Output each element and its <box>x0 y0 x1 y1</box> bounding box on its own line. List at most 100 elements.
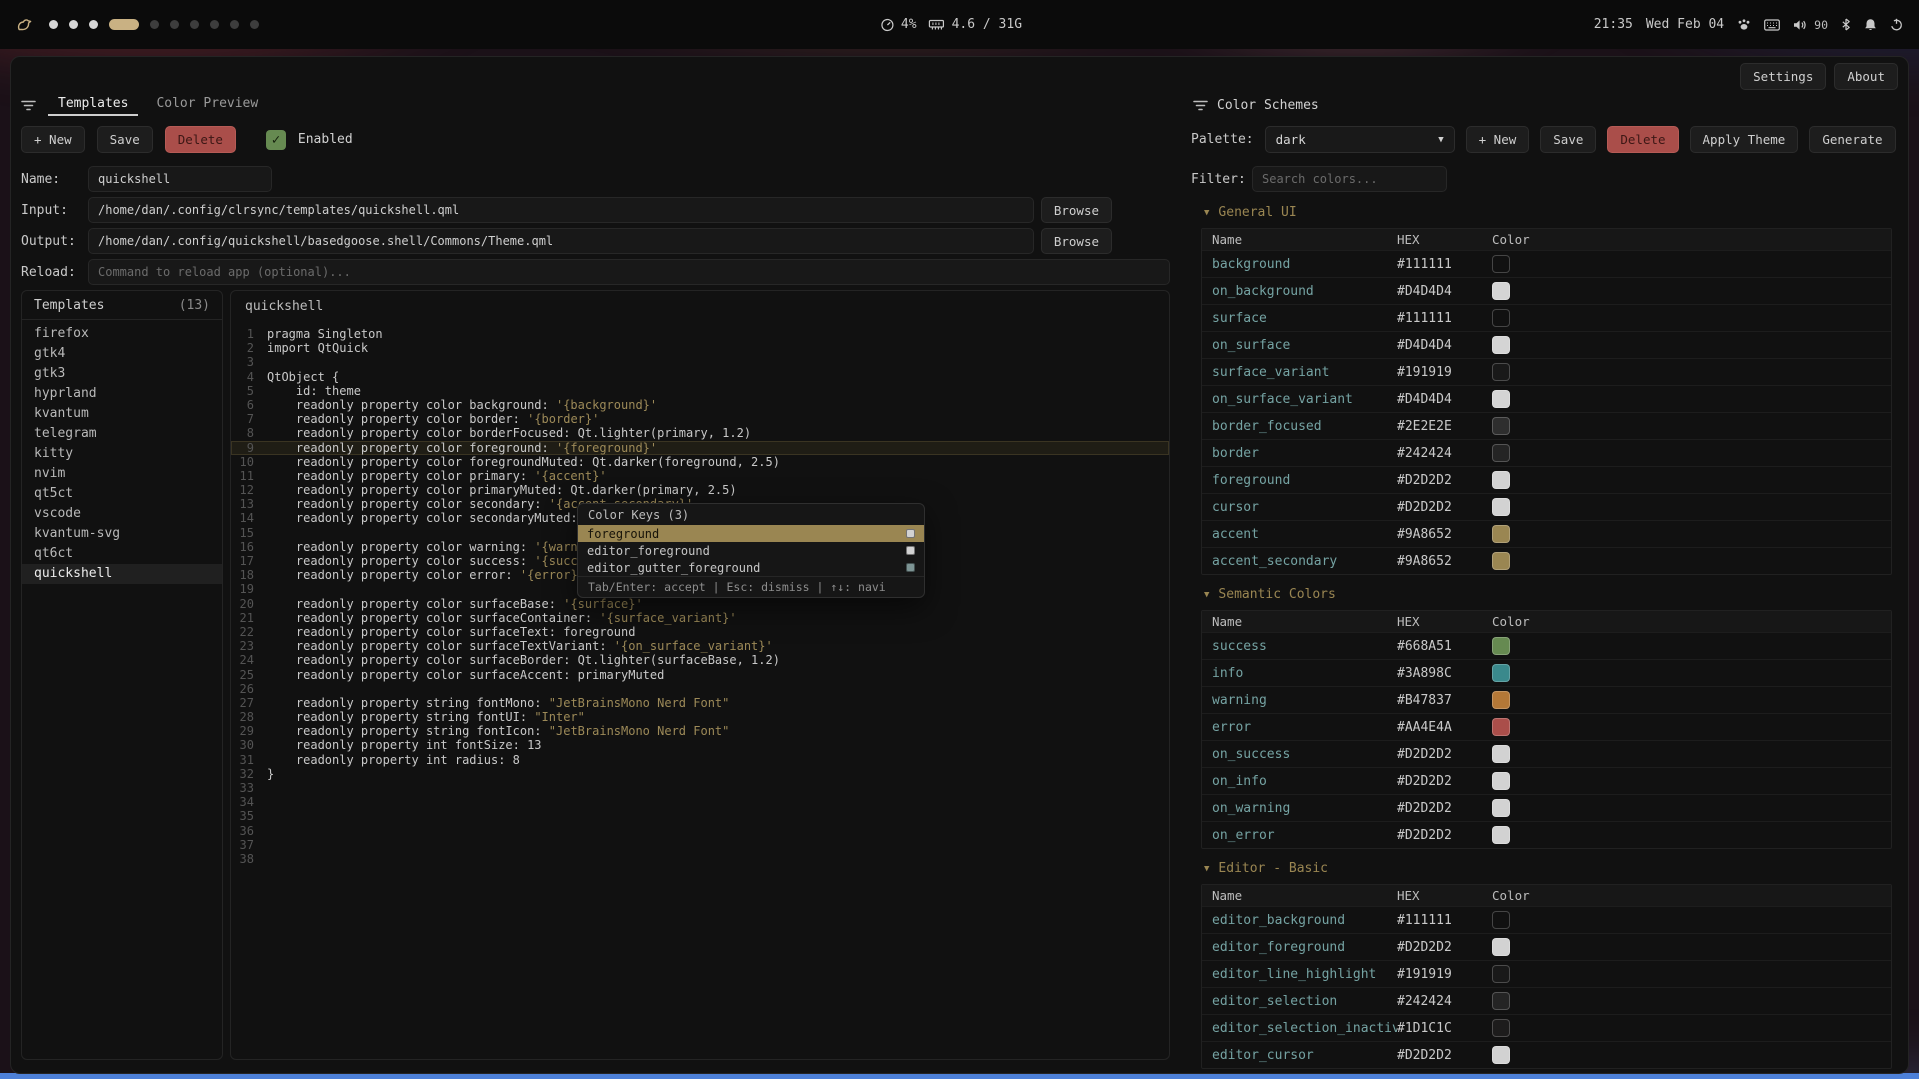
delete-palette-button[interactable]: Delete <box>1607 126 1678 153</box>
color-swatch[interactable] <box>1492 745 1510 763</box>
autocomplete-item[interactable]: editor_foreground <box>578 542 924 559</box>
code-line[interactable]: 30 readonly property int fontSize: 13 <box>231 738 1169 752</box>
palette-select[interactable]: dark ▼ <box>1265 126 1455 153</box>
template-list-item[interactable]: hyprland <box>22 384 222 404</box>
code-line[interactable]: 10 readonly property color foregroundMut… <box>231 455 1169 469</box>
code-line[interactable]: 22 readonly property color surfaceText: … <box>231 625 1169 639</box>
autocomplete-item[interactable]: foreground <box>578 525 924 542</box>
code-line[interactable]: 24 readonly property color surfaceBorder… <box>231 653 1169 667</box>
generate-button[interactable]: Generate <box>1809 126 1895 153</box>
color-row[interactable]: accent_secondary#9A8652 <box>1202 547 1891 574</box>
code-line[interactable]: 5 id: theme <box>231 384 1169 398</box>
code-line[interactable]: 25 readonly property color surfaceAccent… <box>231 668 1169 682</box>
workspace-active-pill[interactable] <box>109 19 139 30</box>
filter-icon[interactable] <box>21 99 36 112</box>
save-template-button[interactable]: Save <box>97 126 153 153</box>
workspace-dot[interactable] <box>210 20 219 29</box>
color-row[interactable]: editor_selection_inactive#1D1C1C <box>1202 1014 1891 1041</box>
color-swatch[interactable] <box>1492 1046 1510 1064</box>
color-swatch[interactable] <box>1492 911 1510 929</box>
color-swatch[interactable] <box>1492 552 1510 570</box>
code-line[interactable]: 11 readonly property color primary: '{ac… <box>231 469 1169 483</box>
template-list-item[interactable]: kvantum <box>22 404 222 424</box>
workspace-dot[interactable] <box>49 20 58 29</box>
input-browse-button[interactable]: Browse <box>1041 197 1112 223</box>
workspace-dot[interactable] <box>170 20 179 29</box>
color-swatch[interactable] <box>1492 390 1510 408</box>
code-line[interactable]: 31 readonly property int radius: 8 <box>231 753 1169 767</box>
code-line[interactable]: 3 <box>231 355 1169 369</box>
color-swatch[interactable] <box>1492 691 1510 709</box>
color-swatch[interactable] <box>1492 772 1510 790</box>
reload-command-field[interactable] <box>88 259 1170 285</box>
code-line[interactable]: 29 readonly property string fontIcon: "J… <box>231 724 1169 738</box>
color-row[interactable]: success#668A51 <box>1202 632 1891 659</box>
name-input[interactable] <box>88 166 272 192</box>
color-row[interactable]: on_surface#D4D4D4 <box>1202 331 1891 358</box>
output-path-field[interactable] <box>88 228 1034 254</box>
color-swatch[interactable] <box>1492 965 1510 983</box>
code-line[interactable]: 32} <box>231 767 1169 781</box>
delete-template-button[interactable]: Delete <box>165 126 236 153</box>
tab-color-preview[interactable]: Color Preview <box>146 94 268 116</box>
color-row[interactable]: border_focused#2E2E2E <box>1202 412 1891 439</box>
code-line[interactable]: 1pragma Singleton <box>231 327 1169 341</box>
code-line[interactable]: 4QtObject { <box>231 370 1169 384</box>
code-line[interactable]: 33 <box>231 781 1169 795</box>
color-row[interactable]: on_surface_variant#D4D4D4 <box>1202 385 1891 412</box>
color-row[interactable]: on_info#D2D2D2 <box>1202 767 1891 794</box>
template-list-item[interactable]: nvim <box>22 464 222 484</box>
output-browse-button[interactable]: Browse <box>1041 228 1112 254</box>
color-swatch[interactable] <box>1492 309 1510 327</box>
color-row[interactable]: background#111111 <box>1202 250 1891 277</box>
color-swatch[interactable] <box>1492 992 1510 1010</box>
color-row[interactable]: accent#9A8652 <box>1202 520 1891 547</box>
code-line[interactable]: 6 readonly property color background: '{… <box>231 398 1169 412</box>
color-swatch[interactable] <box>1492 664 1510 682</box>
template-list-item[interactable]: kitty <box>22 444 222 464</box>
settings-button[interactable]: Settings <box>1740 63 1826 90</box>
color-swatch[interactable] <box>1492 799 1510 817</box>
color-swatch[interactable] <box>1492 471 1510 489</box>
color-swatch[interactable] <box>1492 417 1510 435</box>
code-line[interactable]: 28 readonly property string fontUI: "Int… <box>231 710 1169 724</box>
workspace-dot[interactable] <box>150 20 159 29</box>
code-line[interactable]: 21 readonly property color surfaceContai… <box>231 611 1169 625</box>
logo-icon[interactable] <box>16 17 33 33</box>
color-swatch[interactable] <box>1492 282 1510 300</box>
code-line[interactable]: 27 readonly property string fontMono: "J… <box>231 696 1169 710</box>
template-list-item[interactable]: qt5ct <box>22 484 222 504</box>
color-row[interactable]: editor_foreground#D2D2D2 <box>1202 933 1891 960</box>
color-row[interactable]: on_success#D2D2D2 <box>1202 740 1891 767</box>
color-swatch[interactable] <box>1492 336 1510 354</box>
color-swatch[interactable] <box>1492 498 1510 516</box>
paw-icon[interactable] <box>1737 18 1751 31</box>
color-row[interactable]: editor_cursor#D2D2D2 <box>1202 1041 1891 1068</box>
color-swatch[interactable] <box>1492 826 1510 844</box>
new-palette-button[interactable]: + New <box>1466 126 1530 153</box>
code-line[interactable]: 38 <box>231 852 1169 866</box>
color-row[interactable]: border#242424 <box>1202 439 1891 466</box>
bluetooth-icon[interactable] <box>1841 18 1851 31</box>
keyboard-icon[interactable] <box>1764 19 1780 31</box>
color-row[interactable]: editor_background#111111 <box>1202 906 1891 933</box>
enabled-checkbox[interactable]: ✓ <box>266 130 286 150</box>
color-row[interactable]: surface#111111 <box>1202 304 1891 331</box>
input-path-field[interactable] <box>88 197 1034 223</box>
volume-indicator[interactable]: 90 <box>1793 18 1828 32</box>
workspace-dot[interactable] <box>230 20 239 29</box>
code-line[interactable]: 36 <box>231 824 1169 838</box>
color-row[interactable]: editor_selection#242424 <box>1202 987 1891 1014</box>
section-header[interactable]: ▼Semantic Colors <box>1204 587 1892 602</box>
template-list-item[interactable]: quickshell <box>22 564 222 584</box>
template-list-item[interactable]: qt6ct <box>22 544 222 564</box>
apply-theme-button[interactable]: Apply Theme <box>1690 126 1799 153</box>
code-line[interactable]: 35 <box>231 809 1169 823</box>
color-swatch[interactable] <box>1492 718 1510 736</box>
color-swatch[interactable] <box>1492 444 1510 462</box>
code-line[interactable]: 20 readonly property color surfaceBase: … <box>231 597 1169 611</box>
color-row[interactable]: on_error#D2D2D2 <box>1202 821 1891 848</box>
code-line[interactable]: 2import QtQuick <box>231 341 1169 355</box>
workspace-dot[interactable] <box>69 20 78 29</box>
color-row[interactable]: warning#B47837 <box>1202 686 1891 713</box>
